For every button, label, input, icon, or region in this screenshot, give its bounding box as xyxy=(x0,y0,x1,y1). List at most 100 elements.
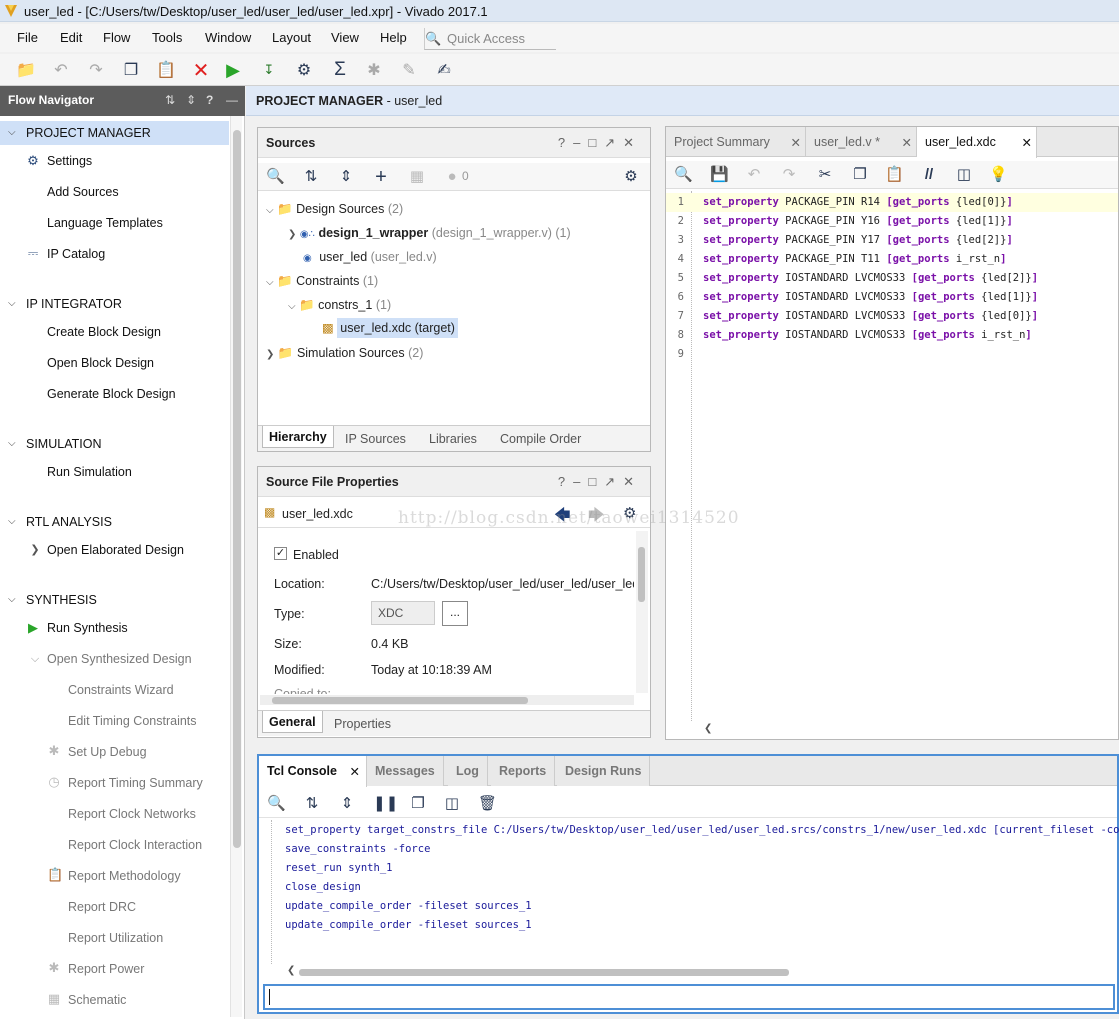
nav-report-utilization[interactable]: Report Utilization xyxy=(68,931,163,945)
code-line[interactable]: 8 set_property IOSTANDARD LVCMOS33 [get_p… xyxy=(666,326,1118,345)
comment-toggle-icon[interactable]: // xyxy=(920,166,938,184)
menu-view[interactable]: View xyxy=(331,30,359,45)
tree-constrs-1[interactable]: ⌵ 📁 constrs_1 (1) xyxy=(288,298,391,313)
tab-tcl-console[interactable]: Tcl Console ✕ xyxy=(259,756,367,787)
probe-icon[interactable]: ✎ xyxy=(399,60,419,80)
expand-all-icon[interactable]: ⇕ xyxy=(337,168,355,186)
columns-icon[interactable]: ◫ xyxy=(955,166,973,184)
nav-generate-block-design[interactable]: Generate Block Design xyxy=(47,387,176,401)
lightbulb-icon[interactable]: 💡 xyxy=(989,166,1008,184)
scrollbar-thumb[interactable] xyxy=(299,969,789,976)
nav-schematic[interactable]: Schematic xyxy=(68,993,126,1007)
copy-icon[interactable]: ❐ xyxy=(409,795,427,813)
console-horizontal-scrollbar[interactable]: ❮ xyxy=(287,965,1117,977)
collapse-all-icon[interactable]: ⇅ xyxy=(303,795,321,813)
scroll-left-icon[interactable]: ❮ xyxy=(704,723,712,734)
settings-gear-icon[interactable]: ⚙ xyxy=(622,168,640,186)
tab-hierarchy[interactable]: Hierarchy xyxy=(262,426,334,448)
close-icon[interactable]: ✕ xyxy=(791,135,801,150)
nav-report-power[interactable]: Report Power xyxy=(68,962,144,976)
code-area[interactable]: 1 set_property PACKAGE_PIN R14 [get_ports… xyxy=(666,193,1118,723)
open-project-icon[interactable]: 📁 xyxy=(16,60,36,80)
horizontal-scrollbar[interactable] xyxy=(260,695,634,705)
sigma-icon[interactable]: Σ xyxy=(330,59,350,80)
chevron-right-icon[interactable]: ❯ xyxy=(28,543,42,557)
close-icon[interactable]: ✕ xyxy=(350,764,360,779)
save-icon[interactable]: 💾 xyxy=(710,166,729,184)
nav-section-project-manager[interactable]: ⌵ PROJECT MANAGER xyxy=(0,121,229,145)
stop-icon[interactable]: ✕ xyxy=(191,60,211,82)
code-line[interactable]: 7 set_property IOSTANDARD LVCMOS33 [get_p… xyxy=(666,307,1118,326)
run-icon[interactable]: ▶ xyxy=(223,60,243,80)
nav-report-clock-networks[interactable]: Report Clock Networks xyxy=(68,807,196,821)
editor-horizontal-scrollbar[interactable]: ❮ xyxy=(704,723,1118,735)
settings-gear-icon[interactable]: ⚙ xyxy=(294,60,314,80)
nav-add-sources[interactable]: Add Sources xyxy=(47,185,119,199)
menu-help[interactable]: Help xyxy=(380,30,407,45)
tab-user-led-xdc[interactable]: user_led.xdc ✕ xyxy=(917,127,1037,158)
tree-simulation-sources[interactable]: ❯ 📁 Simulation Sources (2) xyxy=(266,346,423,361)
nav-create-block-design[interactable]: Create Block Design xyxy=(47,325,161,339)
panel-controls[interactable]: ?–□↗✕ xyxy=(558,135,642,151)
tab-user-led-v[interactable]: user_led.v * ✕ xyxy=(806,127,917,157)
tab-properties[interactable]: Properties xyxy=(330,715,395,733)
tab-design-runs[interactable]: Design Runs xyxy=(557,756,651,786)
chevron-down-icon[interactable]: ⌵ xyxy=(28,652,42,666)
menu-file[interactable]: File xyxy=(17,30,38,45)
nav-section-synthesis[interactable]: ⌵ SYNTHESIS xyxy=(0,588,229,612)
undo-icon[interactable]: ↶ xyxy=(51,60,71,80)
tab-reports[interactable]: Reports xyxy=(491,756,556,786)
scrollbar-thumb[interactable] xyxy=(272,697,528,704)
menu-flow[interactable]: Flow xyxy=(103,30,130,45)
pause-icon[interactable]: ❚❚ xyxy=(373,795,398,813)
nav-open-block-design[interactable]: Open Block Design xyxy=(47,356,154,370)
close-icon[interactable]: ✕ xyxy=(902,135,912,150)
nav-section-rtl-analysis[interactable]: ⌵ RTL ANALYSIS xyxy=(0,510,229,534)
nav-report-clock-interaction[interactable]: Report Clock Interaction xyxy=(68,838,202,852)
tcl-command-input[interactable] xyxy=(263,984,1115,1010)
collapse-all-icon[interactable]: ⇅ xyxy=(302,168,320,186)
undo-icon[interactable]: ↶ xyxy=(745,166,763,184)
paste-icon[interactable]: 📋 xyxy=(885,166,904,184)
menu-window[interactable]: Window xyxy=(205,30,251,45)
scrollbar-thumb[interactable] xyxy=(638,547,645,602)
expand-all-icon[interactable]: ⇕ xyxy=(338,795,356,813)
copy-icon[interactable]: ❐ xyxy=(121,60,141,80)
code-line[interactable]: 6 set_property IOSTANDARD LVCMOS33 [get_p… xyxy=(666,288,1118,307)
nav-report-timing-summary[interactable]: Report Timing Summary xyxy=(68,776,203,790)
nav-report-drc[interactable]: Report DRC xyxy=(68,900,136,914)
menu-tools[interactable]: Tools xyxy=(152,30,182,45)
nav-report-methodology[interactable]: Report Methodology xyxy=(68,869,181,883)
code-line[interactable]: 2 set_property PACKAGE_PIN Y16 [get_ports… xyxy=(666,212,1118,231)
minimize-icon[interactable]: — xyxy=(226,93,238,107)
nav-settings[interactable]: Settings xyxy=(47,154,92,168)
tree-design-sources[interactable]: ⌵ 📁 Design Sources (2) xyxy=(266,202,403,217)
code-line[interactable]: 9 xyxy=(666,345,1118,364)
nav-open-elaborated-design[interactable]: Open Elaborated Design xyxy=(47,543,184,557)
tab-log[interactable]: Log xyxy=(448,756,488,786)
redo-icon[interactable]: ↷ xyxy=(86,60,106,80)
add-icon[interactable]: + xyxy=(372,167,390,187)
nav-ip-catalog[interactable]: IP Catalog xyxy=(47,247,105,261)
nav-section-simulation[interactable]: ⌵ SIMULATION xyxy=(0,432,229,456)
code-line[interactable]: 1 set_property PACKAGE_PIN R14 [get_ports… xyxy=(666,193,1118,212)
nav-language-templates[interactable]: Language Templates xyxy=(47,216,163,230)
nav-run-simulation[interactable]: Run Simulation xyxy=(47,465,132,479)
search-icon[interactable]: 🔍 xyxy=(266,168,285,186)
tab-project-summary[interactable]: Project Summary ✕ xyxy=(666,127,806,157)
code-line[interactable]: 5 set_property IOSTANDARD LVCMOS33 [get_p… xyxy=(666,269,1118,288)
debug-icon[interactable]: ✱ xyxy=(364,60,384,80)
help-icon[interactable]: ? xyxy=(206,93,213,107)
tree-user-led[interactable]: ◉ user_led (user_led.v) xyxy=(303,250,437,264)
collapse-all-icon[interactable]: ⇅ xyxy=(165,93,175,107)
search-icon[interactable]: 🔍 xyxy=(674,166,693,184)
close-icon[interactable]: ✕ xyxy=(1022,135,1032,150)
vertical-scrollbar[interactable] xyxy=(636,531,648,693)
tab-messages[interactable]: Messages xyxy=(367,756,444,786)
flow-navigator-scrollbar[interactable] xyxy=(230,116,242,1017)
panel-controls[interactable]: ?–□↗✕ xyxy=(558,474,642,490)
cut-icon[interactable]: ✂ xyxy=(816,166,834,184)
code-line[interactable]: 3 set_property PACKAGE_PIN Y17 [get_ports… xyxy=(666,231,1118,250)
scrollbar-thumb[interactable] xyxy=(233,130,241,848)
scroll-left-icon[interactable]: ❮ xyxy=(287,965,295,976)
